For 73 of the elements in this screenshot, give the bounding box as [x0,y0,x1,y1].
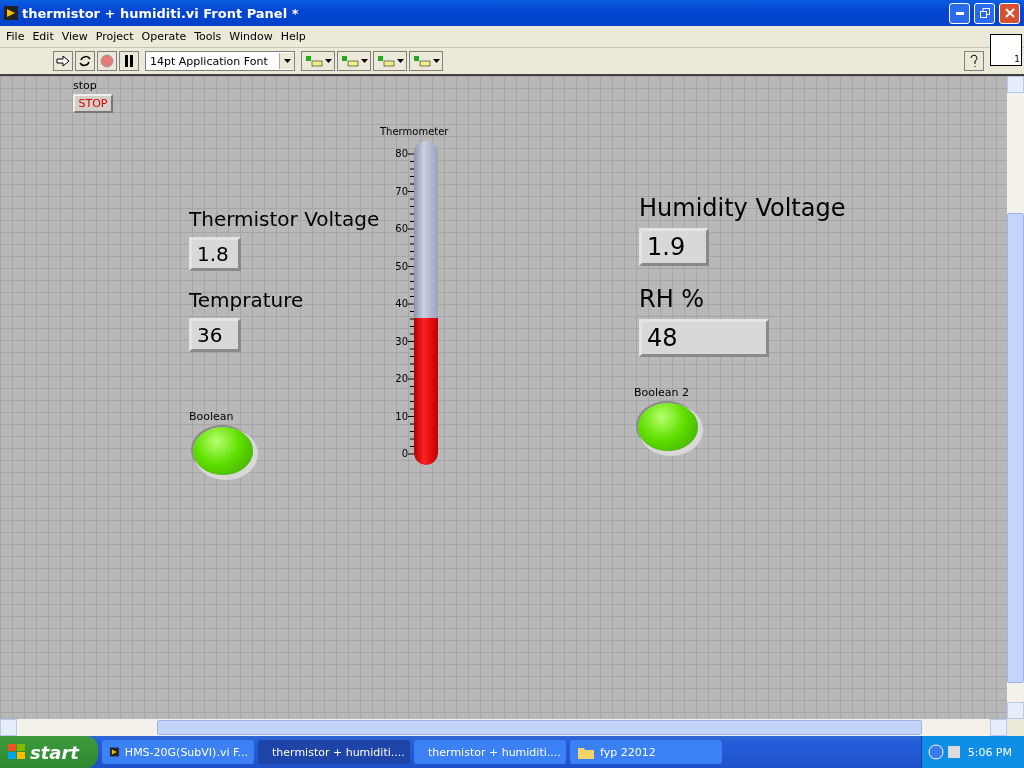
pause-icon [124,55,134,67]
scale-label: 10 [395,410,408,421]
vi-icon [4,6,18,20]
caret-icon [396,59,404,63]
menu-item[interactable]: Tools [190,30,226,43]
objects-icon [412,55,431,67]
scale-label: 50 [395,260,408,271]
numeric-indicator: 36 [189,318,241,352]
scale-label: 70 [395,185,408,196]
distribute-objects-button[interactable] [337,51,371,71]
menu-item[interactable]: Window [225,30,277,43]
menu-item[interactable]: Help [276,30,310,43]
vi-connector-icon: 1 [990,34,1022,66]
resize-objects-button[interactable] [373,51,407,71]
menu-item[interactable]: View [57,30,92,43]
menu-item[interactable]: Project [91,30,138,43]
caret-icon [432,59,440,63]
thermometer-label: Thermometer [380,126,449,137]
window-title: thermistor + humiditi.vi Front Panel * [22,5,300,21]
folder-icon [578,745,594,759]
numeric-indicator: 48 [639,319,769,357]
cycle-arrows-icon [78,54,92,68]
run-button[interactable] [53,51,73,71]
menu-item[interactable]: Edit [28,30,58,43]
horizontal-scrollbar[interactable] [0,719,1007,736]
close-button[interactable] [999,2,1020,24]
vi-icon [110,745,119,759]
vertical-scrollbar[interactable] [1007,76,1024,719]
font-dropdown[interactable]: 14pt Application Font [145,51,295,71]
numeric-indicator: 1.8 [189,237,241,271]
close-icon [1004,8,1015,18]
restore-button[interactable] [974,2,995,24]
objects-icon [376,55,395,67]
windows-flag-icon [8,744,26,760]
led-label: Boolean [189,410,235,423]
objects-icon [340,55,359,67]
control-label: stop [73,79,98,92]
caret-icon [283,59,291,63]
restore-icon [979,8,990,18]
align-objects-button[interactable] [301,51,335,71]
start-button[interactable]: start [0,736,98,768]
caret-icon [324,59,332,63]
minimize-icon [955,11,964,15]
run-continuously-button[interactable] [75,51,95,71]
indicator-label: Thermistor Voltage [189,207,380,231]
menu-item[interactable]: Operate [137,30,191,43]
caret-icon [360,59,368,63]
scale-label: 60 [395,222,408,234]
numeric-indicator: 1.9 [639,228,709,266]
led-label: Boolean 2 [634,386,691,399]
minimize-button[interactable] [949,2,970,24]
clock: 5:06 PM [967,745,1012,759]
help-button[interactable] [964,51,984,71]
menu-item[interactable]: File [2,30,29,43]
stop-circle-icon [100,54,114,68]
taskbar-button[interactable]: thermistor + humiditi.... [258,740,410,764]
taskbar-button[interactable]: fyp 22012 [570,740,722,764]
scale-label: 30 [395,335,408,346]
pause-button[interactable] [119,51,139,71]
objects-icon [304,55,323,67]
indicator-label: RH % [639,285,706,313]
scale-label: 80 [395,147,408,159]
indicator-label: Temprature [189,288,304,312]
reorder-button[interactable] [409,51,443,71]
scale-label: 20 [395,372,408,384]
scale-label: 40 [395,297,408,309]
arrow-icon [56,55,70,67]
indicator-label: Humidity Voltage [639,194,846,222]
taskbar-button[interactable]: thermistor + humiditi.... [414,740,566,764]
taskbar-button[interactable]: HMS-20G(SubVI).vi F... [102,740,254,764]
question-mark-icon [969,54,979,68]
scale-label: 0 [401,447,408,459]
tray-icon [927,744,962,760]
